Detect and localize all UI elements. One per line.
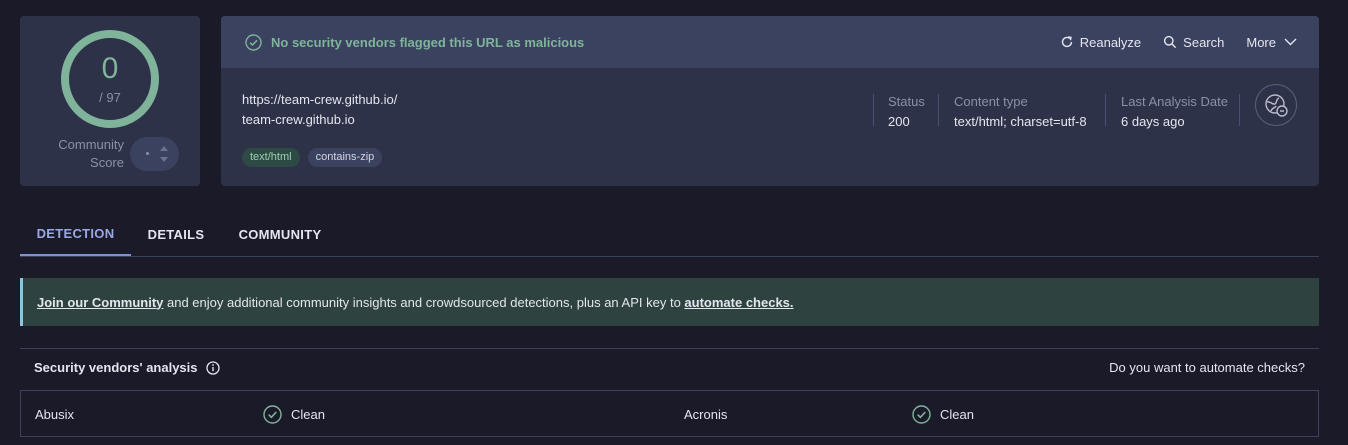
url-graph-button[interactable]: [1255, 84, 1297, 126]
join-community-link[interactable]: Join our Community: [37, 295, 163, 310]
tab-details[interactable]: DETAILS: [142, 212, 210, 256]
vendor-name: Acronis: [684, 406, 728, 422]
check-circle-icon: [263, 404, 282, 424]
more-menu-button[interactable]: More: [1246, 35, 1297, 50]
refresh-icon: [1061, 36, 1072, 48]
page: 0 / 97 Community Score No security vendo…: [0, 0, 1348, 445]
url-block: https://team-crew.github.io/ team-crew.g…: [242, 90, 397, 130]
meta-content-type: Content type text/html; charset=utf-8: [954, 94, 1087, 129]
check-circle-icon: [912, 404, 931, 424]
search-button[interactable]: Search: [1163, 35, 1224, 50]
verdict-text: No security vendors flagged this URL as …: [271, 34, 585, 50]
vote-dot: [146, 152, 149, 155]
divider: [1239, 94, 1240, 126]
url-full[interactable]: https://team-crew.github.io/: [242, 90, 397, 110]
vendor-name: Abusix: [35, 406, 75, 422]
vendors-header: Security vendors' analysis Do you want t…: [20, 348, 1319, 386]
tab-detection[interactable]: DETECTION: [20, 212, 131, 256]
divider: [873, 94, 874, 126]
tab-bar: DETECTION DETAILS COMMUNITY: [20, 212, 1319, 257]
vendor-result: Clean: [912, 391, 974, 437]
vendors-title: Security vendors' analysis: [34, 360, 220, 375]
url-host[interactable]: team-crew.github.io: [242, 110, 397, 130]
divider: [938, 94, 939, 126]
check-circle-icon: [245, 33, 262, 51]
globe-link-icon: [1265, 94, 1288, 117]
info-icon[interactable]: [205, 360, 220, 375]
reanalyze-button[interactable]: Reanalyze: [1060, 35, 1141, 50]
score-card: 0 / 97 Community Score: [20, 16, 200, 186]
community-score-label: Community Score: [58, 137, 124, 170]
detection-score: 0: [101, 52, 119, 85]
community-banner: Join our Community and enjoy additional …: [20, 278, 1319, 326]
table-row: Abusix Clean Acronis Clean: [20, 390, 1319, 437]
tag[interactable]: text/html: [242, 148, 300, 167]
detection-total: / 97: [99, 90, 121, 105]
automate-checks-cta[interactable]: Do you want to automate checks?: [1109, 360, 1305, 375]
automate-checks-link[interactable]: automate checks.: [684, 295, 793, 310]
top-actions: Reanalyze Search More: [1038, 16, 1297, 68]
chevron-down-icon: [1284, 38, 1297, 46]
banner-text: and enjoy additional community insights …: [163, 294, 685, 310]
meta-last-analysis: Last Analysis Date 6 days ago: [1121, 94, 1228, 129]
tag[interactable]: contains-zip: [307, 148, 383, 167]
verdict: No security vendors flagged this URL as …: [245, 16, 584, 68]
tab-community[interactable]: COMMUNITY: [233, 212, 327, 256]
vote-down-icon[interactable]: [160, 157, 168, 162]
vendor-result: Clean: [263, 391, 325, 437]
summary-header: No security vendors flagged this URL as …: [221, 16, 1319, 68]
vote-up-icon[interactable]: [160, 146, 168, 151]
meta-status: Status 200: [888, 94, 925, 129]
search-icon: [1164, 35, 1177, 49]
tag-list: text/html contains-zip: [242, 148, 390, 167]
summary-card: No security vendors flagged this URL as …: [221, 16, 1319, 186]
community-vote-control[interactable]: [130, 137, 179, 171]
divider: [1105, 94, 1106, 126]
